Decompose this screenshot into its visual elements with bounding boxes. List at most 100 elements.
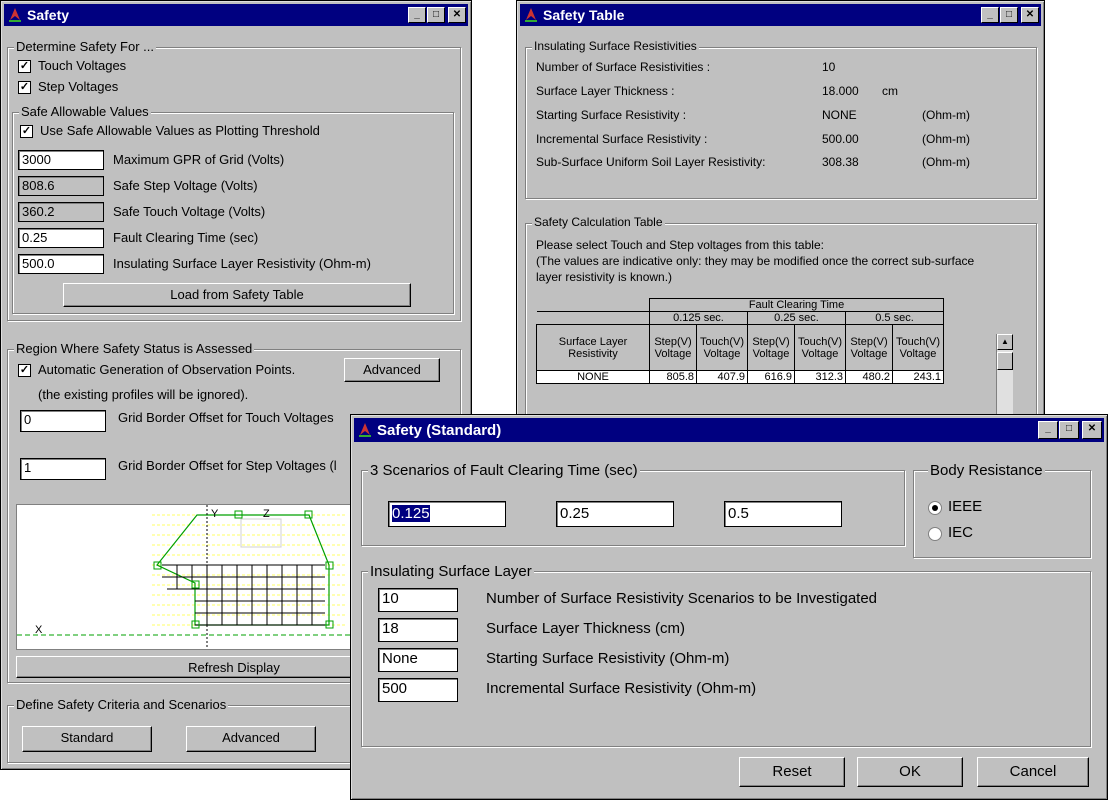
instruction-line: layer resistivity is known.) [536, 270, 673, 284]
surface-resistivity-field[interactable]: 500.0 [18, 254, 104, 274]
info-label: Surface Layer Thickness : [536, 84, 675, 98]
minimize-icon[interactable]: _ [981, 7, 999, 23]
window-title: Safety (Standard) [377, 421, 502, 439]
time-header: 0.25 sec. [747, 311, 846, 325]
step-voltages-label: Step Voltages [38, 79, 119, 94]
col-header: Step(V) Voltage [747, 324, 795, 371]
maximize-icon[interactable]: □ [427, 7, 445, 23]
table-row[interactable]: NONE 805.8 407.9 616.9 312.3 480.2 243.1 [536, 370, 944, 384]
touch-voltages-checkbox[interactable]: ✓ [18, 60, 31, 73]
table-cell[interactable]: 805.8 [649, 370, 697, 384]
iec-label: IEC [948, 524, 974, 541]
load-from-table-button[interactable]: Load from Safety Table [63, 283, 411, 307]
group-legend: Insulating Surface Layer [368, 563, 534, 580]
threshold-checkbox[interactable]: ✓ [20, 125, 33, 138]
info-label: Number of Surface Resistivities : [536, 60, 711, 74]
time-header: 0.125 sec. [649, 311, 748, 325]
auto-generation-label: Automatic Generation of Observation Poin… [38, 362, 296, 377]
ieee-radio[interactable] [928, 501, 942, 515]
app-icon [523, 7, 539, 23]
surface-layer-group: Insulating Surface Layer 10 Number of Su… [361, 563, 1091, 747]
table-cell[interactable]: 616.9 [747, 370, 795, 384]
group-legend: Body Resistance [928, 462, 1045, 479]
info-unit: cm [882, 84, 898, 98]
calc-table-group: Safety Calculation Table Please select T… [525, 215, 1037, 425]
scenario-3-field[interactable]: 0.5 [724, 501, 842, 527]
row-header: Surface Layer Resistivity [536, 324, 650, 371]
close-icon[interactable]: ✕ [448, 7, 466, 23]
starting-resistivity-field[interactable]: None [378, 648, 458, 672]
region-advanced-button[interactable]: Advanced [344, 358, 440, 382]
plot-x-label: X [35, 624, 43, 636]
scroll-up-icon[interactable]: ▲ [997, 334, 1013, 350]
ok-button[interactable]: OK [857, 757, 963, 787]
info-unit: (Ohm-m) [922, 155, 970, 169]
plot-y-label: Y [211, 508, 219, 520]
touch-voltages-label: Touch Voltages [38, 58, 127, 73]
cancel-button[interactable]: Cancel [977, 757, 1089, 787]
safe-step-label: Safe Step Voltage (Volts) [113, 178, 258, 193]
surface-resistivity-label: Insulating Surface Layer Resistivity (Oh… [113, 256, 371, 271]
auto-generation-checkbox[interactable]: ✓ [18, 364, 31, 377]
info-value: 18.000 [822, 84, 859, 98]
fault-clearing-label: Fault Clearing Time (sec) [113, 230, 259, 245]
window-title: Safety [27, 7, 70, 23]
safe-step-field: 808.6 [18, 176, 104, 196]
info-label: Incremental Surface Resistivity : [536, 132, 708, 146]
iec-radio[interactable] [928, 527, 942, 541]
determine-safety-group: Determine Safety For ... ✓ Touch Voltage… [7, 39, 461, 321]
info-value: 10 [822, 60, 836, 74]
scenario-2-field[interactable]: 0.25 [556, 501, 674, 527]
max-gpr-label: Maximum GPR of Grid (Volts) [113, 152, 285, 167]
thickness-field[interactable]: 18 [378, 618, 458, 642]
safe-touch-label: Safe Touch Voltage (Volts) [113, 204, 266, 219]
step-voltages-checkbox[interactable]: ✓ [18, 81, 31, 94]
table-cell[interactable]: 312.3 [794, 370, 846, 384]
threshold-label: Use Safe Allowable Values as Plotting Th… [40, 123, 320, 138]
maximize-icon[interactable]: □ [1059, 421, 1079, 439]
instruction-line: Please select Touch and Step voltages fr… [536, 238, 824, 252]
criteria-advanced-button[interactable]: Advanced [186, 726, 316, 752]
standard-button[interactable]: Standard [22, 726, 152, 752]
info-label: Sub-Surface Uniform Soil Layer Resistivi… [536, 155, 766, 169]
window-title: Safety Table [543, 7, 625, 23]
col-header: Touch(V) Voltage [794, 324, 846, 371]
info-label: Starting Surface Resistivity : [536, 108, 687, 122]
standard-titlebar[interactable]: Safety (Standard) _ □ ✕ [354, 418, 1104, 442]
incremental-resistivity-label: Incremental Surface Resistivity (Ohm-m) [486, 680, 757, 697]
group-legend: 3 Scenarios of Fault Clearing Time (sec) [368, 462, 640, 479]
scroll-thumb[interactable] [997, 352, 1013, 370]
table-cell[interactable]: 407.9 [696, 370, 748, 384]
maximize-icon[interactable]: □ [1000, 7, 1018, 23]
touch-offset-field[interactable]: 0 [20, 410, 106, 432]
reset-button[interactable]: Reset [739, 757, 845, 787]
safety-table-window: Safety Table _ □ ✕ Insulating Surface Re… [516, 0, 1045, 425]
group-legend: Safety Calculation Table [532, 215, 665, 229]
step-offset-field[interactable]: 1 [20, 458, 106, 480]
table-scrollbar[interactable]: ▲ [996, 334, 1013, 414]
close-icon[interactable]: ✕ [1082, 421, 1102, 439]
table-cell[interactable]: 243.1 [892, 370, 944, 384]
fault-clearing-field[interactable]: 0.25 [18, 228, 104, 248]
safety-standard-dialog: Safety (Standard) _ □ ✕ 3 Scenarios of F… [350, 414, 1108, 800]
group-legend: Define Safety Criteria and Scenarios [14, 697, 229, 712]
insulating-resistivities-group: Insulating Surface Resistivities Number … [525, 39, 1037, 199]
incremental-resistivity-field[interactable]: 500 [378, 678, 458, 702]
ieee-label: IEEE [948, 498, 983, 515]
max-gpr-field[interactable]: 3000 [18, 150, 104, 170]
minimize-icon[interactable]: _ [1038, 421, 1058, 439]
safety-titlebar[interactable]: Safety _ □ ✕ [4, 4, 468, 26]
table-titlebar[interactable]: Safety Table _ □ ✕ [520, 4, 1041, 26]
time-header: 0.5 sec. [845, 311, 944, 325]
app-icon [357, 422, 373, 438]
close-icon[interactable]: ✕ [1021, 7, 1039, 23]
starting-resistivity-label: Starting Surface Resistivity (Ohm-m) [486, 650, 730, 667]
table-cell[interactable]: 480.2 [845, 370, 893, 384]
group-legend: Region Where Safety Status is Assessed [14, 341, 255, 356]
minimize-icon[interactable]: _ [408, 7, 426, 23]
scenario-count-field[interactable]: 10 [378, 588, 458, 612]
info-unit: (Ohm-m) [922, 132, 970, 146]
scenario-1-field[interactable]: 0.125 [388, 501, 506, 527]
info-value: NONE [822, 108, 857, 122]
safety-calc-table: Fault Clearing Time 0.125 sec. 0.25 sec.… [536, 298, 944, 384]
